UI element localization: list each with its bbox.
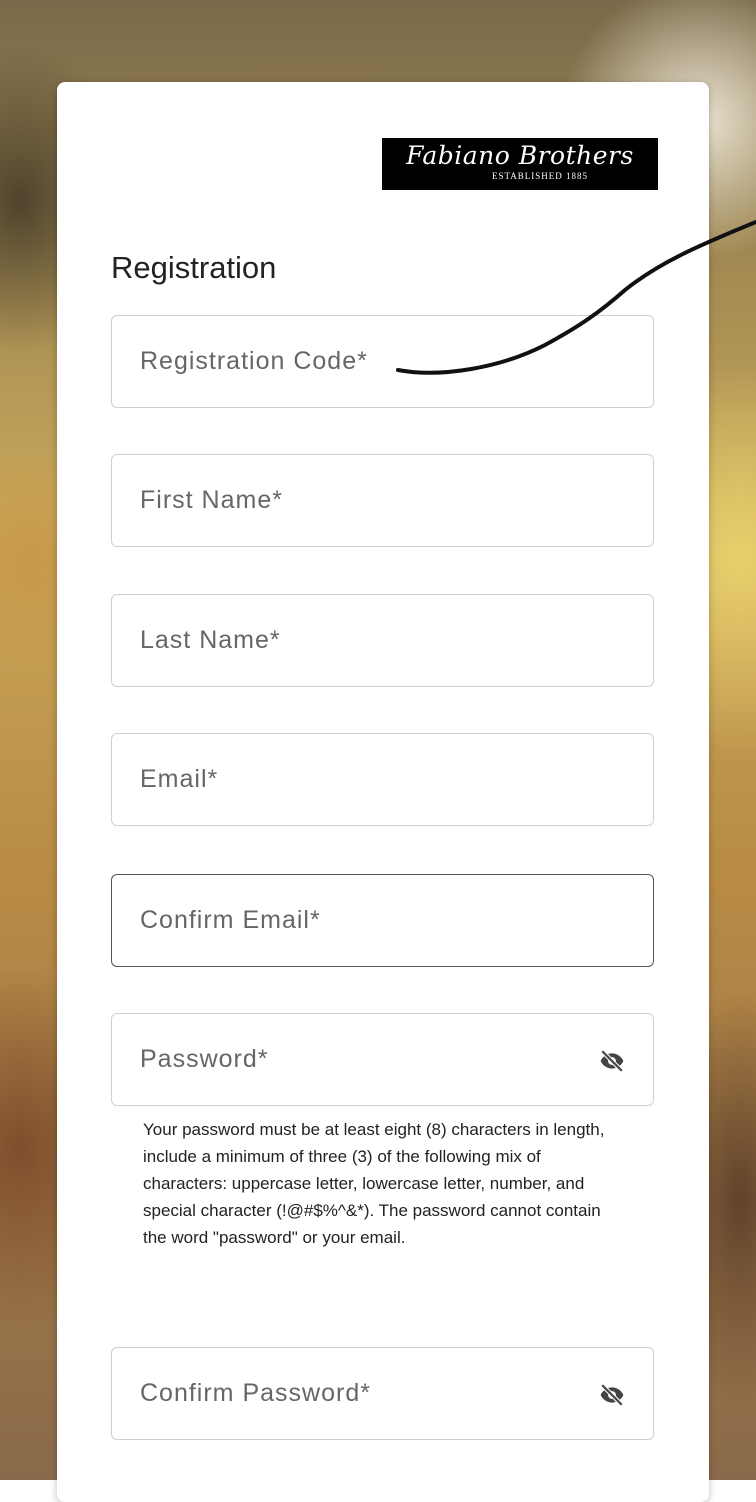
last-name-field[interactable]: Last Name* bbox=[111, 594, 654, 687]
password-field[interactable]: Password* bbox=[111, 1013, 654, 1106]
last-name-label: Last Name* bbox=[140, 626, 281, 654]
eye-off-icon[interactable] bbox=[597, 1048, 627, 1074]
fabiano-brothers-logo: Fabiano Brothers ESTABLISHED 1885 bbox=[382, 138, 658, 190]
logo-tagline: ESTABLISHED 1885 bbox=[491, 171, 589, 181]
registration-code-label: Registration Code* bbox=[140, 347, 368, 375]
registration-card: Fabiano Brothers ESTABLISHED 1885 Regist… bbox=[57, 82, 709, 1502]
confirm-email-label: Confirm Email* bbox=[140, 906, 321, 934]
email-field[interactable]: Email* bbox=[111, 733, 654, 826]
confirm-email-field[interactable]: Confirm Email* bbox=[111, 874, 654, 967]
email-label: Email* bbox=[140, 765, 219, 793]
logo-name: Fabiano Brothers bbox=[406, 141, 634, 170]
confirm-password-field[interactable]: Confirm Password* bbox=[111, 1347, 654, 1440]
registration-code-field[interactable]: Registration Code* bbox=[111, 315, 654, 408]
confirm-password-label: Confirm Password* bbox=[140, 1379, 371, 1407]
password-label: Password* bbox=[140, 1045, 269, 1073]
first-name-field[interactable]: First Name* bbox=[111, 454, 654, 547]
password-requirements-hint: Your password must be at least eight (8)… bbox=[143, 1120, 605, 1247]
first-name-label: First Name* bbox=[140, 486, 283, 514]
page-title: Registration bbox=[111, 250, 277, 285]
eye-off-icon[interactable] bbox=[597, 1382, 627, 1408]
